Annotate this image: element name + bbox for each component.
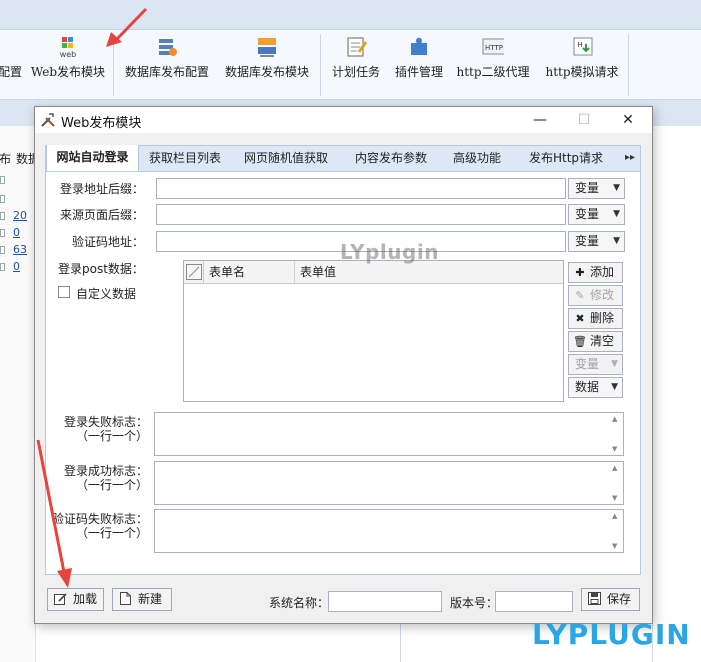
arrow-to-web-publish-icon xyxy=(106,7,148,47)
arrow-to-load-button-icon xyxy=(36,439,72,588)
annotation-arrows xyxy=(36,7,148,588)
